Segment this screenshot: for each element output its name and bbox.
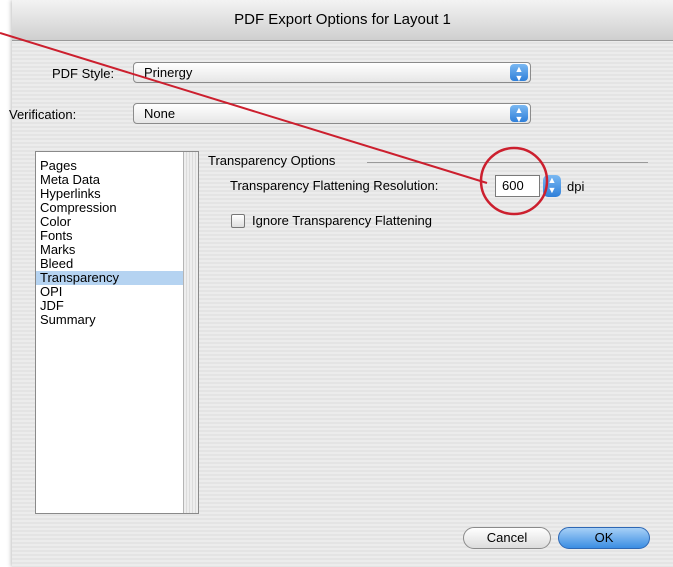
list-item-transparency[interactable]: Transparency [36, 271, 184, 285]
list-item-compression[interactable]: Compression [36, 201, 184, 215]
ignore-flattening-label: Ignore Transparency Flattening [252, 213, 432, 228]
resolution-unit: dpi [567, 179, 585, 194]
list-scrollbar[interactable] [183, 152, 198, 513]
transparency-options-heading: Transparency Options [208, 153, 336, 168]
list-item-marks[interactable]: Marks [36, 243, 184, 257]
cancel-button[interactable]: Cancel [463, 527, 551, 549]
verification-value: None [144, 106, 176, 121]
pdf-export-dialog: PDF Export Options for Layout 1 PDF Styl… [9, 0, 673, 567]
resolution-label: Transparency Flattening Resolution: [230, 178, 439, 193]
resolution-input[interactable]: 600 [495, 175, 540, 197]
group-divider [367, 162, 648, 163]
list-item-jdf[interactable]: JDF [36, 299, 184, 313]
pdf-style-value: Prinergy [144, 65, 193, 80]
ok-button[interactable]: OK [558, 527, 650, 549]
ignore-flattening-checkbox[interactable] [231, 214, 245, 228]
list-item-fonts[interactable]: Fonts [36, 229, 184, 243]
pdf-style-popup[interactable]: Prinergy ▲ ▼ [133, 62, 531, 83]
pdf-style-label: PDF Style: [52, 66, 115, 81]
list-item-bleed[interactable]: Bleed [36, 257, 184, 271]
list-item-meta-data[interactable]: Meta Data [36, 173, 184, 187]
updown-arrows-icon: ▲ ▼ [510, 105, 528, 124]
list-item-color[interactable]: Color [36, 215, 184, 229]
stepper-arrows-icon[interactable]: ▲ ▼ [543, 175, 561, 197]
verification-popup[interactable]: None ▲ ▼ [133, 103, 531, 124]
category-list[interactable]: Pages Meta Data Hyperlinks Compression C… [35, 151, 199, 514]
list-item-hyperlinks[interactable]: Hyperlinks [36, 187, 184, 201]
window-title: PDF Export Options for Layout 1 [12, 0, 673, 41]
updown-arrows-icon: ▲ ▼ [510, 64, 528, 83]
list-item-opi[interactable]: OPI [36, 285, 184, 299]
list-item-pages[interactable]: Pages [36, 159, 184, 173]
list-item-summary[interactable]: Summary [36, 313, 184, 327]
verification-label: Verification: [9, 107, 77, 122]
